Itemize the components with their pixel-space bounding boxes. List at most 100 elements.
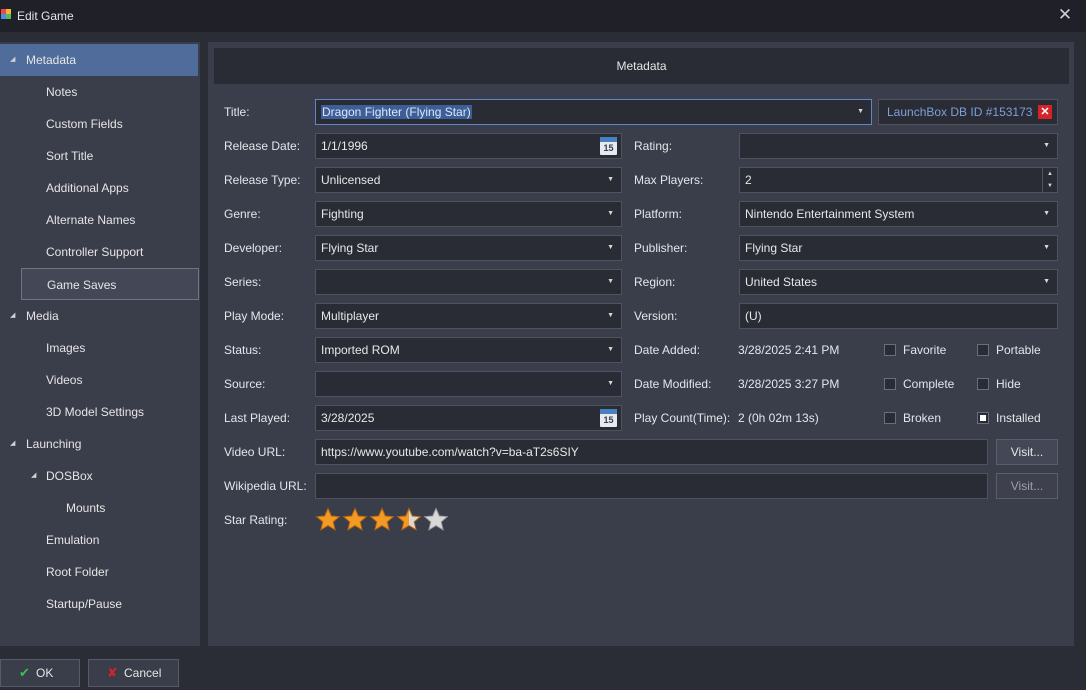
platform-combobox[interactable]: Nintendo Entertainment System ▼ [739,201,1058,227]
chevron-down-icon[interactable]: ▼ [1043,270,1050,294]
complete-checkbox[interactable] [884,378,896,390]
star-icon[interactable] [342,507,368,533]
sidebar-item-root-folder[interactable]: Root Folder [0,556,198,588]
status-combobox[interactable]: Imported ROM ▼ [315,337,622,363]
stepper-buttons: ▲ ▼ [1042,168,1057,192]
launchbox-db-id[interactable]: LaunchBox DB ID #153173 [887,100,1032,124]
video-visit-button[interactable]: Visit... [996,439,1058,465]
chevron-down-icon[interactable]: ▼ [607,202,614,226]
wikipedia-visit-button[interactable]: Visit... [996,473,1058,499]
chevron-down-icon[interactable]: ▼ [1043,180,1057,192]
sidebar-item-emulation[interactable]: Emulation [0,524,198,556]
platform-value: Nintendo Entertainment System [745,207,915,221]
calendar-icon[interactable]: 15 [600,409,617,427]
sidebar-item-mounts[interactable]: Mounts [0,492,198,524]
cancel-button[interactable]: ✘ Cancel [88,659,179,687]
cancel-x-icon: ✘ [107,665,118,680]
installed-label[interactable]: Installed [996,405,1041,431]
rating-combobox[interactable]: ▼ [739,133,1058,159]
publisher-combobox[interactable]: Flying Star ▼ [739,235,1058,261]
version-input[interactable]: (U) [739,303,1058,329]
star-icon[interactable] [396,507,422,533]
sidebar-item-metadata[interactable]: ◢ Metadata [0,44,198,76]
broken-label[interactable]: Broken [903,405,941,431]
series-combobox[interactable]: ▼ [315,269,622,295]
chevron-down-icon[interactable]: ▼ [607,236,614,260]
favorite-label[interactable]: Favorite [903,337,946,363]
chevron-down-icon[interactable]: ▼ [607,168,614,192]
title-combobox[interactable]: Dragon Fighter (Flying Star) ▼ [315,99,872,125]
title-value: Dragon Fighter (Flying Star) [321,105,472,119]
ok-button[interactable]: ✔ OK [0,659,80,687]
release-date-field[interactable]: 1/1/1996 15 [315,133,622,159]
publisher-label: Publisher: [634,241,688,255]
favorite-checkbox[interactable] [884,344,896,356]
sidebar-item-game-saves[interactable]: Game Saves [21,268,199,300]
chevron-down-icon[interactable]: ▼ [607,372,614,396]
release-type-combobox[interactable]: Unlicensed ▼ [315,167,622,193]
portable-label[interactable]: Portable [996,337,1041,363]
series-label: Series: [224,275,262,289]
sidebar-item-label: Emulation [46,533,100,547]
complete-label[interactable]: Complete [903,371,954,397]
sidebar-item-label: Metadata [26,53,77,67]
sidebar-item-controller-support[interactable]: Controller Support [0,236,198,268]
sidebar-item-label: Root Folder [46,565,109,579]
close-icon[interactable]: ✕ [1054,4,1076,26]
chevron-up-icon[interactable]: ▲ [1043,168,1057,180]
portable-checkbox[interactable] [977,344,989,356]
expander-icon[interactable]: ◢ [10,300,15,332]
chevron-down-icon[interactable]: ▼ [607,304,614,328]
sidebar-item-videos[interactable]: Videos [0,364,198,396]
sidebar-item-media[interactable]: ◢ Media [0,300,198,332]
calendar-icon[interactable]: 15 [600,137,617,155]
chevron-down-icon[interactable]: ▼ [1043,134,1050,158]
genre-label: Genre: [224,207,261,221]
max-players-stepper[interactable]: 2 ▲ ▼ [739,167,1058,193]
chevron-down-icon[interactable]: ▼ [607,338,614,362]
sidebar-item-label: Mounts [66,501,106,515]
star-icon[interactable] [423,507,449,533]
sidebar-item-3d-model-settings[interactable]: 3D Model Settings [0,396,198,428]
broken-checkbox[interactable] [884,412,896,424]
sidebar-item-launching[interactable]: ◢ Launching [0,428,198,460]
genre-combobox[interactable]: Fighting ▼ [315,201,622,227]
sidebar-item-dosbox[interactable]: ◢ DOSBox [0,460,198,492]
video-url-input[interactable]: https://www.youtube.com/watch?v=ba-aT2s6… [315,439,988,465]
installed-checkbox[interactable] [977,412,989,424]
sidebar-item-images[interactable]: Images [0,332,198,364]
last-played-field[interactable]: 3/28/2025 15 [315,405,622,431]
source-combobox[interactable]: ▼ [315,371,622,397]
sidebar-item-custom-fields[interactable]: Custom Fields [0,108,198,140]
status-value: Imported ROM [321,343,400,357]
chevron-down-icon[interactable]: ▼ [1043,236,1050,260]
chevron-down-icon[interactable]: ▼ [857,100,864,124]
ok-label: OK [36,666,54,680]
chevron-down-icon[interactable]: ▼ [607,270,614,294]
developer-combobox[interactable]: Flying Star ▼ [315,235,622,261]
sidebar-item-sort-title[interactable]: Sort Title [0,140,198,172]
play-mode-combobox[interactable]: Multiplayer ▼ [315,303,622,329]
genre-value: Fighting [321,207,364,221]
star-icon[interactable] [315,507,341,533]
hide-label[interactable]: Hide [996,371,1021,397]
sidebar-nav: ◢ Metadata Notes Custom Fields Sort Titl… [0,42,200,646]
metadata-panel: Metadata Title: Dragon Fighter (Flying S… [208,42,1074,646]
remove-x-icon[interactable]: ✕ [1038,105,1052,119]
launchbox-icon [1,9,11,19]
last-played-label: Last Played: [224,411,291,425]
star-icon[interactable] [369,507,395,533]
chevron-down-icon[interactable]: ▼ [1043,202,1050,226]
expander-icon[interactable]: ◢ [10,44,15,76]
sidebar-item-alternate-names[interactable]: Alternate Names [0,204,198,236]
sidebar-item-notes[interactable]: Notes [0,76,198,108]
wikipedia-url-input[interactable] [315,473,988,499]
region-combobox[interactable]: United States ▼ [739,269,1058,295]
hide-checkbox[interactable] [977,378,989,390]
release-date-value: 1/1/1996 [321,139,368,153]
expander-icon[interactable]: ◢ [31,460,36,492]
expander-icon[interactable]: ◢ [10,428,15,460]
sidebar-item-additional-apps[interactable]: Additional Apps [0,172,198,204]
launchbox-db-link[interactable]: LaunchBox DB ID #153173 ✕ [878,99,1058,125]
sidebar-item-startup-pause[interactable]: Startup/Pause [0,588,198,620]
